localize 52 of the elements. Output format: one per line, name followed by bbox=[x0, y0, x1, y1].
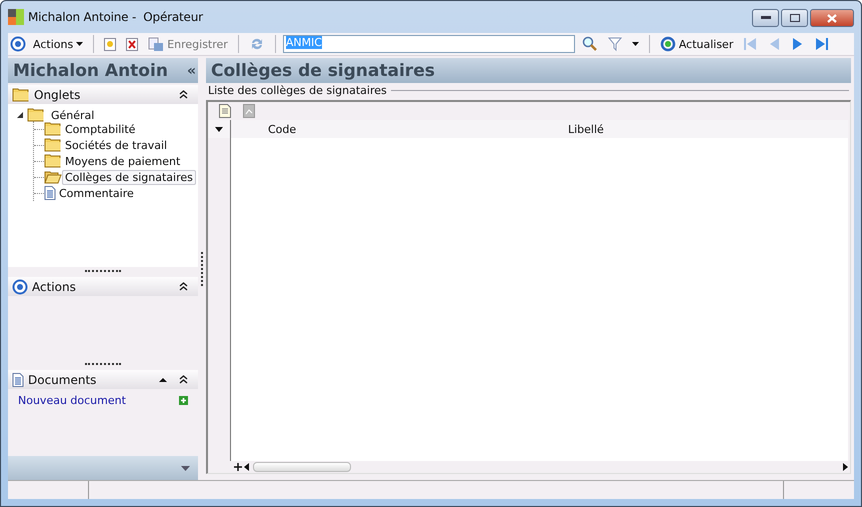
collapse-icon[interactable] bbox=[179, 282, 188, 291]
tree-item[interactable]: Général bbox=[48, 108, 98, 122]
horizontal-scrollbar[interactable] bbox=[244, 462, 848, 472]
caret-up-icon[interactable] bbox=[159, 377, 167, 382]
close-button[interactable] bbox=[810, 9, 854, 27]
column-header[interactable]: Code bbox=[268, 122, 296, 136]
sidebar-title: Michalon Antoin bbox=[13, 60, 169, 80]
save-button[interactable]: Enregistrer bbox=[145, 36, 231, 52]
tree-item[interactable]: Comptabilité bbox=[62, 122, 138, 136]
panel-title: Onglets bbox=[34, 88, 82, 102]
add-icon[interactable] bbox=[179, 396, 188, 405]
folder-icon bbox=[44, 154, 62, 168]
tree-item[interactable]: Collèges de signataires bbox=[62, 170, 196, 184]
column-menu-icon[interactable] bbox=[215, 126, 223, 132]
save-icon bbox=[148, 37, 164, 51]
folder-icon bbox=[12, 88, 30, 102]
close-icon bbox=[827, 14, 837, 22]
column-header[interactable]: Libellé bbox=[568, 122, 604, 136]
document-icon bbox=[44, 186, 56, 200]
maximize-button[interactable] bbox=[781, 9, 808, 27]
target-icon bbox=[12, 278, 28, 294]
collapse-button[interactable]: « bbox=[184, 62, 198, 78]
document-icon bbox=[12, 372, 24, 386]
minimize-button[interactable] bbox=[752, 9, 779, 27]
window-title: Michalon Antoine - Opérateur bbox=[28, 10, 204, 24]
maximize-icon bbox=[790, 14, 800, 22]
caret-down-icon[interactable] bbox=[181, 466, 190, 470]
folder-icon bbox=[44, 122, 62, 136]
minimize-icon bbox=[760, 16, 770, 20]
open-folder-icon bbox=[44, 170, 62, 184]
tree-item[interactable]: Moyens de paiement bbox=[62, 154, 184, 168]
group-label: Liste des collèges de signataires bbox=[208, 84, 387, 97]
tree-item[interactable]: Commentaire bbox=[56, 186, 137, 200]
caret-icon bbox=[76, 42, 84, 46]
page-title: Collèges de signataires bbox=[211, 60, 436, 80]
new-document-link[interactable]: Nouveau document bbox=[18, 394, 126, 407]
folder-icon bbox=[44, 138, 62, 152]
tree-item[interactable]: Sociétés de travail bbox=[62, 138, 170, 152]
refresh-icon bbox=[660, 36, 676, 52]
image-icon[interactable] bbox=[240, 104, 258, 118]
collapse-icon[interactable] bbox=[179, 375, 188, 384]
refresh-button[interactable]: Actualiser bbox=[656, 35, 736, 53]
new-row-icon[interactable] bbox=[216, 104, 234, 118]
scroll-left-icon[interactable] bbox=[244, 463, 249, 471]
app-icon bbox=[8, 9, 24, 25]
collapse-icon[interactable] bbox=[179, 90, 188, 99]
expanded-icon[interactable] bbox=[16, 111, 24, 119]
scroll-right-icon[interactable] bbox=[843, 463, 848, 471]
panel-title: Actions bbox=[32, 280, 77, 294]
folder-icon bbox=[27, 108, 45, 122]
actions-menu[interactable]: Actions bbox=[30, 36, 86, 52]
panel-title: Documents bbox=[28, 372, 98, 386]
